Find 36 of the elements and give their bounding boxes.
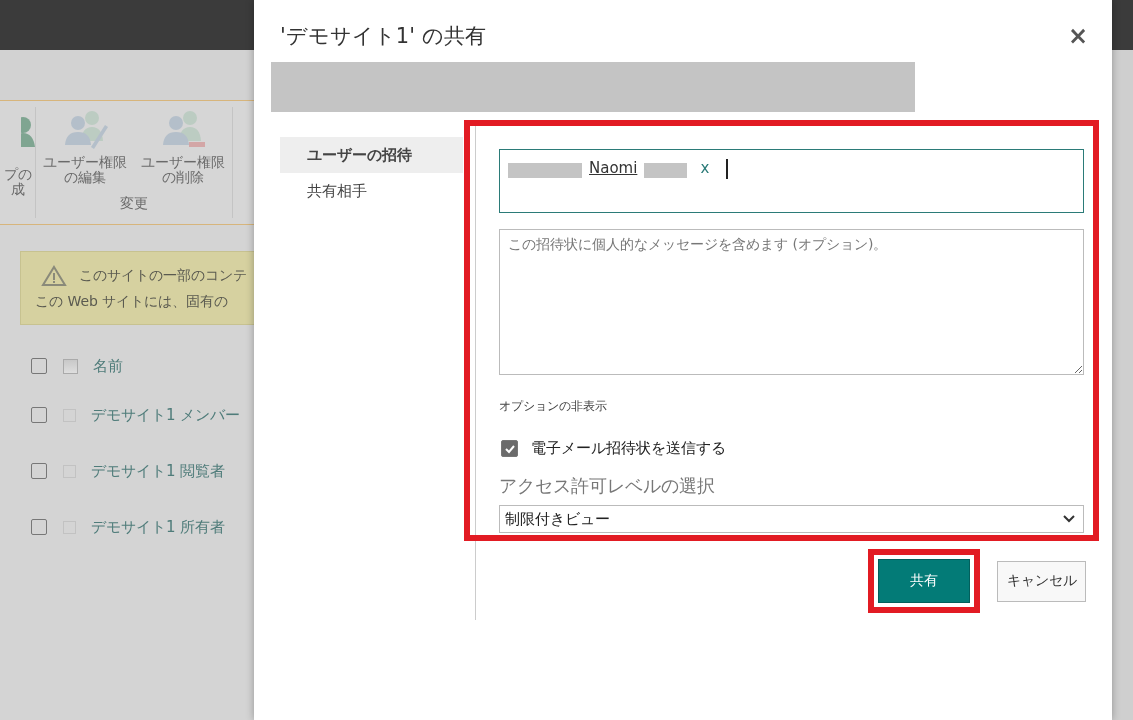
nav-tab[interactable]: ユーザーの招待 bbox=[280, 137, 463, 173]
checkbox-label: 電子メール招待状を送信する bbox=[531, 439, 726, 458]
checkbox[interactable] bbox=[31, 463, 47, 479]
warning-text: この Web サイトには、固有の bbox=[35, 293, 230, 311]
group-link[interactable]: デモサイト1 閲覧者 bbox=[91, 461, 226, 481]
person-icon[interactable] bbox=[21, 115, 35, 147]
dialog-title: 'デモサイト1' の共有 bbox=[280, 23, 486, 50]
nav-tab[interactable]: 共有相手 bbox=[280, 173, 463, 209]
remove-person-link[interactable]: x bbox=[700, 159, 710, 177]
cancel-button[interactable]: キャンセル bbox=[997, 560, 1086, 602]
checkbox[interactable] bbox=[31, 519, 47, 535]
redaction-bar bbox=[644, 163, 688, 178]
field-label: アクセス許可レベルの選択 bbox=[499, 474, 715, 498]
group-link[interactable]: デモサイト1 所有者 bbox=[91, 517, 226, 537]
group-label: 変更 bbox=[120, 195, 148, 213]
column-header[interactable]: 名前 bbox=[93, 356, 123, 376]
warning-text: このサイトの一部のコンテ bbox=[79, 267, 247, 285]
warning-icon bbox=[41, 265, 67, 287]
permission-select[interactable]: 制限付きビュー bbox=[499, 505, 1084, 533]
hide-options-link[interactable]: オプションの非表示 bbox=[499, 398, 607, 415]
ribbon-label[interactable]: プの 成 bbox=[4, 167, 35, 197]
group-link[interactable]: デモサイト1 メンバー bbox=[91, 405, 241, 425]
text-cursor bbox=[726, 159, 729, 179]
checkbox[interactable] bbox=[31, 358, 47, 374]
person-name[interactable]: Naomi bbox=[589, 159, 638, 177]
chevron-down-icon bbox=[1063, 515, 1075, 523]
share-button[interactable]: 共有 bbox=[878, 559, 970, 603]
row-selector[interactable] bbox=[63, 358, 78, 374]
remove-permissions-button[interactable]: ユーザー権限 の削除 bbox=[134, 107, 232, 185]
checkbox[interactable] bbox=[31, 407, 47, 423]
close-button[interactable]: × bbox=[1063, 24, 1092, 48]
edit-permissions-button[interactable]: ユーザー権限 の編集 bbox=[36, 107, 134, 185]
message-field[interactable]: この招待状に個人的なメッセージを含めます (オプション)。 bbox=[499, 229, 1084, 375]
people-field[interactable]: Naomi x bbox=[499, 149, 1084, 213]
checkbox[interactable] bbox=[501, 440, 518, 457]
top-bar bbox=[1112, 0, 1133, 50]
